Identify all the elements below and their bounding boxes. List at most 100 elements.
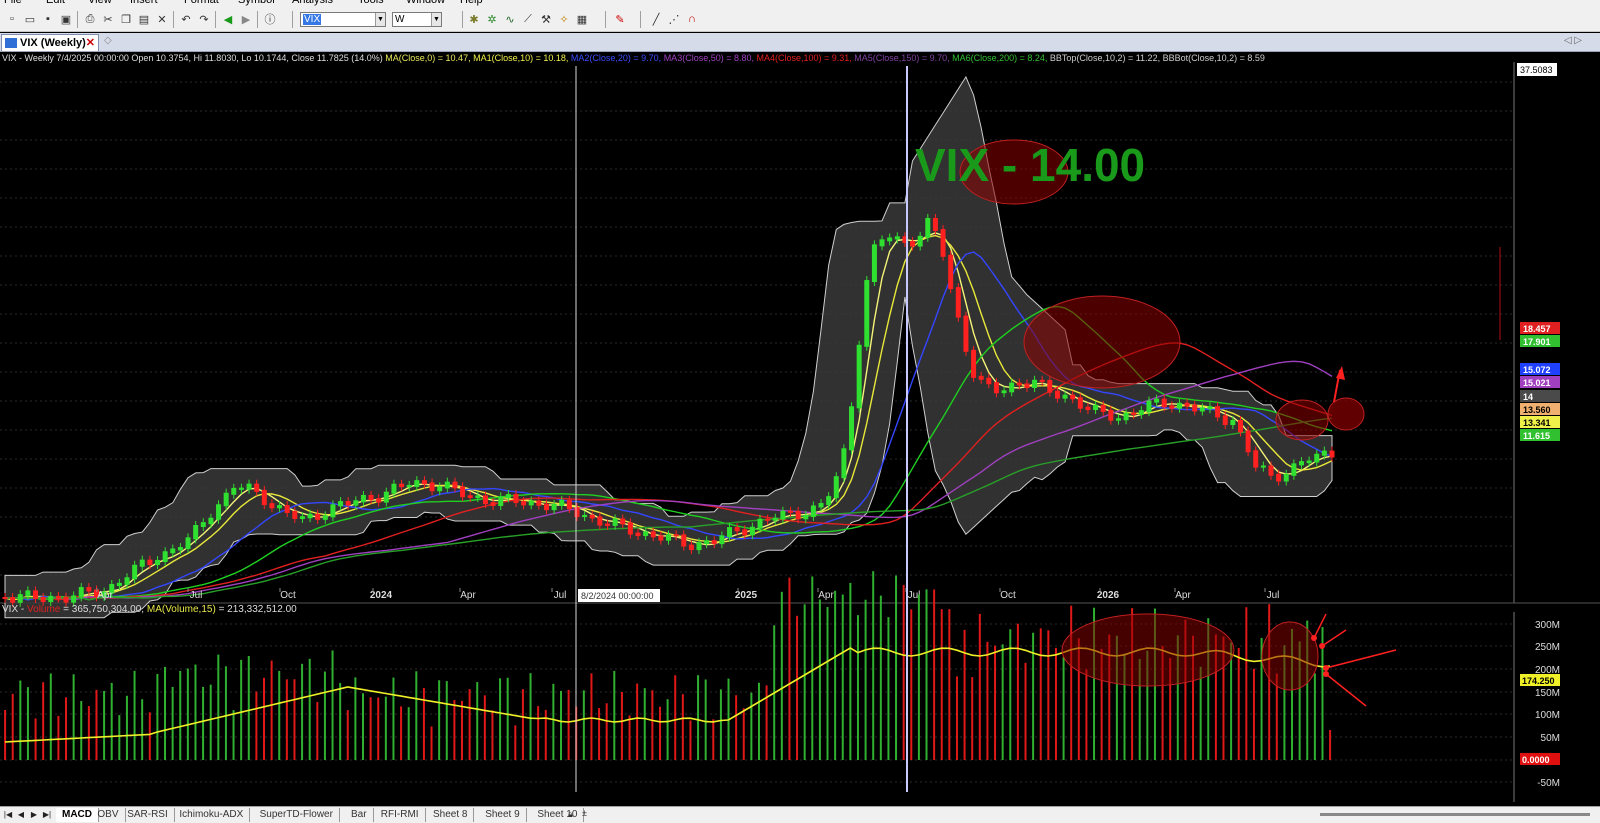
candle-body	[673, 534, 679, 537]
first-sheet-icon[interactable]: |◀	[3, 809, 13, 821]
indicator-value: MA1(Close,10) = 10.18,	[470, 53, 569, 63]
redo-icon[interactable]: ↷	[196, 11, 212, 27]
next-sheet-icon[interactable]: ▶	[29, 809, 39, 821]
candle-body	[193, 524, 199, 540]
new-tab-icon[interactable]: ◇	[104, 35, 112, 46]
menu-item-tools[interactable]: Tools	[358, 0, 384, 6]
candle-body	[208, 517, 214, 525]
indicator-icon[interactable]: ✱	[466, 11, 482, 27]
volume-bar	[453, 700, 456, 760]
save-icon[interactable]: ▪	[40, 11, 56, 27]
candle-body	[406, 484, 412, 488]
interval-dropdown[interactable]: W ▼	[392, 12, 442, 27]
prev-sheet-icon[interactable]: ◀	[16, 809, 26, 821]
info-icon[interactable]: ⓘ	[262, 11, 278, 27]
tab-vix-weekly[interactable]: VIX (Weekly) ✕	[1, 34, 99, 51]
volume-bar	[666, 699, 669, 760]
chevron-down-icon[interactable]: ▼	[431, 13, 441, 26]
candle-body	[1321, 450, 1327, 456]
color-pen-icon[interactable]: ✎	[612, 11, 628, 27]
candle-body	[849, 406, 855, 451]
menu-item-edit[interactable]: Edit	[46, 0, 65, 6]
print-icon[interactable]: ⎙	[82, 11, 98, 27]
volume-bar	[811, 576, 814, 760]
paste-icon[interactable]: ▤	[136, 11, 152, 27]
candle-body	[185, 537, 191, 550]
horizontal-scrollbar[interactable]	[1320, 813, 1590, 816]
axis-value-label: 17.901	[1523, 337, 1551, 347]
candle-body	[315, 513, 321, 520]
menu-item-insert[interactable]: Insert	[130, 0, 158, 6]
chevron-down-icon[interactable]: ▼	[375, 13, 385, 26]
volume-bar	[651, 690, 654, 760]
draw-line-icon[interactable]: ╱	[648, 11, 664, 27]
line-study-icon[interactable]: ∿	[502, 11, 518, 27]
symbol-dropdown[interactable]: VIX ▼	[300, 12, 386, 27]
volume-bar	[362, 693, 365, 760]
menu-item-format[interactable]: Format	[184, 0, 219, 6]
candle-body	[1169, 405, 1175, 409]
menu-item-window[interactable]: Window	[406, 0, 445, 6]
candle-body	[1230, 419, 1236, 426]
volume-axis-label: 150M	[1535, 688, 1560, 699]
candle-body	[338, 501, 344, 507]
sheet-tab-sheet-9[interactable]: Sheet 9	[479, 808, 527, 822]
candles-icon[interactable]: ✲	[484, 11, 500, 27]
sheet-tab-sheet-10[interactable]: Sheet 10	[531, 808, 585, 822]
volume-bar	[255, 691, 258, 760]
save-all-icon[interactable]: ▣	[58, 11, 74, 27]
sheet-tab-sheet-8[interactable]: Sheet 8	[427, 808, 475, 822]
fan-icon[interactable]: ⟋	[520, 11, 536, 27]
volume-axis: 300M250M200M150M100M50M-50M174.2500.0000	[1520, 620, 1560, 789]
camera-icon[interactable]: ▦	[574, 11, 590, 27]
candle-body	[993, 382, 999, 394]
volume-bar	[704, 679, 707, 760]
dotted-line-icon[interactable]: ⋰	[666, 11, 682, 27]
sheet-tab-ichimoku-adx[interactable]: Ichimoku-ADX	[173, 808, 251, 822]
candle-body	[429, 482, 435, 492]
cut-icon[interactable]: ✂	[100, 11, 116, 27]
sheet-tab-bar[interactable]: Bar	[345, 808, 374, 822]
chart-canvas[interactable]: Apr Jul Oct 2024 Apr Jul 2025 Apr Jul Oct 2026 Apr J…	[0, 52, 1600, 806]
highlight-ellipse	[1327, 397, 1365, 431]
close-icon[interactable]: ✕	[86, 35, 95, 51]
vix-annotation: VIX - 14.00	[915, 139, 1145, 191]
candle-body	[620, 518, 626, 525]
volume-bar	[1252, 668, 1255, 760]
volume-info-line: VIX - Volume = 365,750,304.00, MA(Volume…	[2, 604, 297, 616]
tab-scroll-arrows[interactable]: ◁ ▷	[1564, 35, 1582, 46]
open-folder-icon[interactable]: ▭	[22, 11, 38, 27]
delete-icon[interactable]: ✕	[154, 11, 170, 27]
hammer-icon[interactable]: ⚒	[538, 11, 554, 27]
new-file-icon[interactable]: ▫	[4, 11, 20, 27]
sheet-tab-supertd-flower[interactable]: SuperTD-Flower	[254, 808, 340, 822]
sheet-settings-icon[interactable]: ±	[582, 808, 587, 818]
volume-bar	[270, 660, 273, 760]
lock-icon[interactable]: 🔒︎	[568, 809, 573, 820]
menu-item-symbol[interactable]: Symbol	[238, 0, 275, 6]
candle-body	[871, 244, 877, 283]
menu-item-view[interactable]: View	[88, 0, 112, 6]
volume-bar	[331, 650, 334, 760]
wand-icon[interactable]: ✧	[556, 11, 572, 27]
candle-body	[666, 534, 671, 541]
magnet-icon[interactable]: ∩	[684, 11, 700, 27]
menu-item-file[interactable]: File	[4, 0, 22, 6]
sheet-tab-sar-rsi[interactable]: SAR-RSI	[121, 808, 175, 822]
menu-item-help[interactable]: Help	[460, 0, 483, 6]
last-sheet-icon[interactable]: ▶|	[42, 809, 52, 821]
volume-bar	[506, 677, 509, 760]
undo-icon[interactable]: ↶	[178, 11, 194, 27]
menu-item-analysis[interactable]: Analysis	[292, 0, 333, 6]
candle-body	[1085, 406, 1091, 411]
sheet-tab-rfi-rmi[interactable]: RFI-RMI	[375, 808, 426, 822]
copy-icon[interactable]: ❐	[118, 11, 134, 27]
forward-icon[interactable]: ▶	[238, 11, 254, 27]
volume-bar	[49, 673, 52, 760]
zero-label: 0.0000	[1522, 755, 1550, 765]
indicator-value: MA4(Close,100) = 9.31,	[753, 53, 852, 63]
back-icon[interactable]: ◀	[220, 11, 236, 27]
candle-body	[254, 483, 260, 492]
volume-bar	[263, 677, 266, 760]
candle-body	[704, 540, 710, 545]
